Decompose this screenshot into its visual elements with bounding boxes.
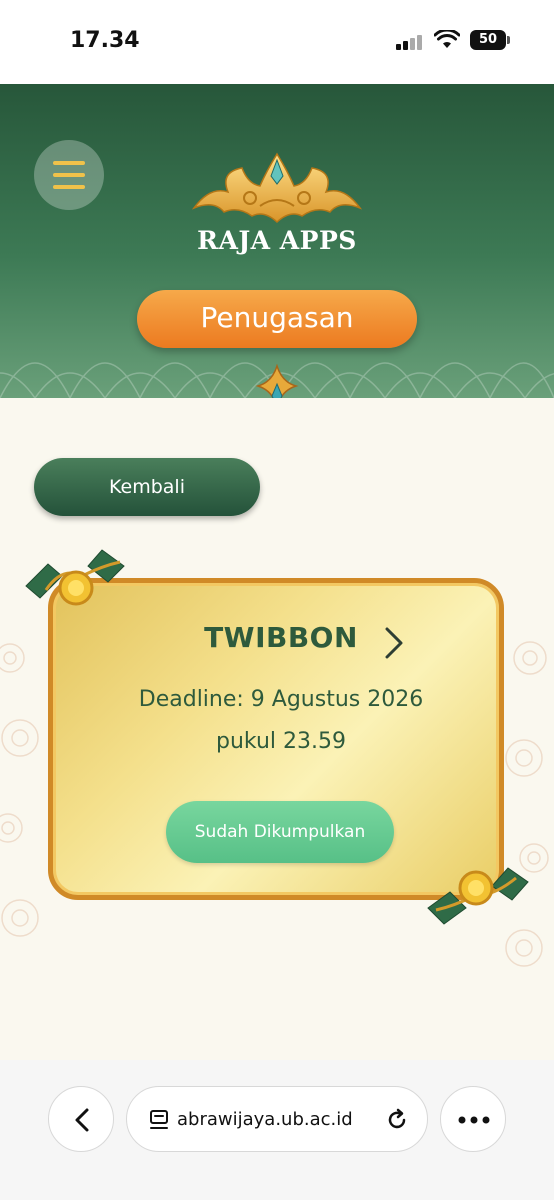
card-corner-ornament-top-left <box>25 549 125 606</box>
reload-icon[interactable] <box>385 1108 409 1132</box>
task-card[interactable]: TWIBBON Deadline: 9 Agustus 2026 pukul 2… <box>48 578 504 900</box>
back-icon <box>75 1108 89 1132</box>
more-button[interactable] <box>440 1086 506 1152</box>
url-text: abrawijaya.ub.ac.id <box>177 1109 353 1130</box>
tabs-icon[interactable] <box>149 1109 171 1131</box>
battery-indicator: 50 <box>470 30 510 50</box>
menu-button[interactable] <box>34 140 104 210</box>
wifi-icon <box>434 30 460 48</box>
browser-toolbar: abrawijaya.ub.ac.id <box>0 1060 554 1200</box>
brand-name: RAJA APPS <box>197 226 357 255</box>
status-bar: 17.34 50 <box>0 0 554 84</box>
task-title: TWIBBON <box>204 621 358 654</box>
browser-back-button[interactable] <box>48 1086 114 1152</box>
app-header: RAJA APPS Penugasan <box>0 84 554 398</box>
address-bar[interactable]: abrawijaya.ub.ac.id <box>126 1086 428 1152</box>
task-deadline: Deadline: 9 Agustus 2026 pukul 23.59 <box>138 687 424 754</box>
chevron-right-icon[interactable] <box>383 625 407 661</box>
back-button[interactable]: Kembali <box>34 458 260 516</box>
submission-status-button[interactable]: Sudah Dikumpulkan <box>166 801 394 863</box>
page-title: Penugasan <box>137 290 417 348</box>
status-time: 17.34 <box>70 28 140 53</box>
decorative-pattern-left <box>0 643 39 937</box>
signal-icon <box>396 34 426 50</box>
more-icon <box>458 1116 490 1124</box>
card-corner-ornament-bottom-right <box>427 867 529 925</box>
crown-logo <box>191 152 363 224</box>
